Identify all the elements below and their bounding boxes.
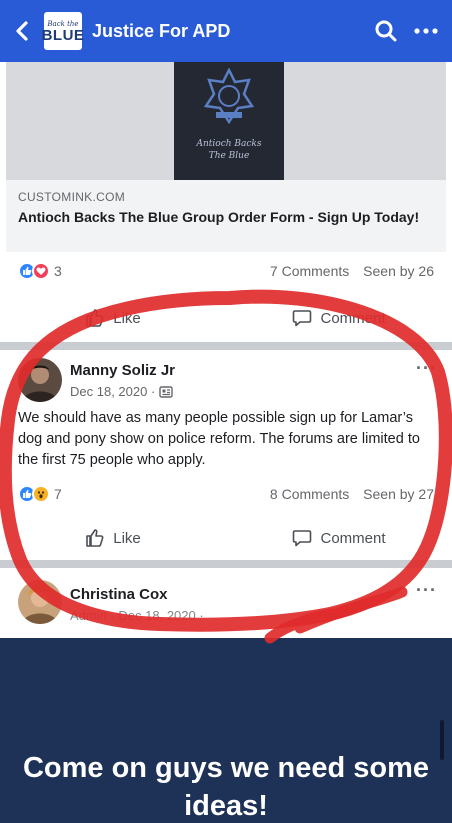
post-more-button[interactable]: ··· xyxy=(416,580,437,601)
shirt-caption-line2: The Blue xyxy=(208,151,250,161)
comment-label: Comment xyxy=(320,309,386,327)
post-meta: Admin · Dec 18, 2020 · xyxy=(70,608,204,623)
group-header: Back the BLUE Justice For APD xyxy=(0,0,452,62)
search-icon xyxy=(375,20,397,42)
link-domain: CUSTOMINK.COM xyxy=(18,190,126,204)
link-title: Antioch Backs The Blue Group Order Form … xyxy=(18,209,420,225)
more-options-button[interactable] xyxy=(406,0,446,62)
group-title[interactable]: Justice For APD xyxy=(92,21,366,42)
post-author[interactable]: Manny Soliz Jr xyxy=(70,362,175,379)
post-actions: Like Comment xyxy=(0,518,452,558)
link-preview-image[interactable]: Antioch Backs The Blue xyxy=(6,62,446,180)
post-image-text: Come on guys we need some ideas! xyxy=(22,752,430,822)
comment-button[interactable]: Comment xyxy=(226,308,452,328)
shirt-caption-line1: Antioch Backs xyxy=(196,139,262,149)
shirt-caption: Antioch Backs The Blue xyxy=(174,138,284,162)
post-meta: Dec 18, 2020 · xyxy=(70,384,173,399)
like-label: Like xyxy=(113,309,141,327)
like-label: Like xyxy=(113,529,141,547)
police-badge-icon xyxy=(203,68,255,125)
group-logo[interactable]: Back the BLUE xyxy=(41,12,85,50)
thumbs-up-icon xyxy=(86,529,104,547)
comment-count[interactable]: 8 Comments xyxy=(270,486,349,502)
like-button[interactable]: Like xyxy=(0,528,226,548)
comment-icon xyxy=(293,310,312,327)
comment-button[interactable]: Comment xyxy=(226,528,452,548)
post-date[interactable]: Dec 18, 2020 · xyxy=(70,384,155,399)
avatar[interactable] xyxy=(18,358,62,402)
post-image[interactable]: Come on guys we need some ideas! xyxy=(0,638,452,823)
shirt-image: Antioch Backs The Blue xyxy=(174,62,284,180)
avatar-photo xyxy=(18,580,62,624)
post-body: We should have as many people possible s… xyxy=(18,410,420,468)
avatar-photo xyxy=(18,358,62,402)
reactions-summary: 3 7 Comments Seen by 26 xyxy=(18,261,434,281)
comment-count[interactable]: 7 Comments xyxy=(270,263,349,279)
chevron-left-icon xyxy=(16,21,28,41)
wow-reaction-icon xyxy=(32,485,50,503)
comment-label: Comment xyxy=(320,529,386,547)
post-actions: Like Comment xyxy=(0,298,452,338)
search-button[interactable] xyxy=(366,0,406,62)
link-post: Antioch Backs The Blue CUSTOMINK.COM Ant… xyxy=(0,62,452,342)
post-author[interactable]: Christina Cox xyxy=(70,586,168,603)
post-meta-text[interactable]: Admin · Dec 18, 2020 · xyxy=(70,608,204,623)
scrollbar[interactable] xyxy=(440,720,444,760)
back-button[interactable] xyxy=(0,0,44,62)
reactions-summary: 7 8 Comments Seen by 27 xyxy=(18,484,434,504)
manny-post: Manny Soliz Jr Dec 18, 2020 · ··· We sho… xyxy=(0,350,452,560)
more-horizontal-icon xyxy=(414,28,438,34)
love-reaction-icon xyxy=(32,262,50,280)
seen-by-count[interactable]: Seen by 26 xyxy=(363,263,434,279)
group-logo-big-text: BLUE xyxy=(41,26,85,44)
group-audience-icon xyxy=(159,385,173,398)
thumbs-up-icon xyxy=(86,309,104,327)
christina-post: Christina Cox Admin · Dec 18, 2020 · ··· xyxy=(0,568,452,638)
post-more-button[interactable]: ··· xyxy=(416,358,437,379)
seen-by-count[interactable]: Seen by 27 xyxy=(363,486,434,502)
comment-icon xyxy=(293,530,312,547)
avatar[interactable] xyxy=(18,580,62,624)
link-preview-meta[interactable]: CUSTOMINK.COM Antioch Backs The Blue Gro… xyxy=(6,180,446,252)
like-button[interactable]: Like xyxy=(0,308,226,328)
reaction-count[interactable]: 3 xyxy=(54,263,62,279)
reaction-count[interactable]: 7 xyxy=(54,486,62,502)
